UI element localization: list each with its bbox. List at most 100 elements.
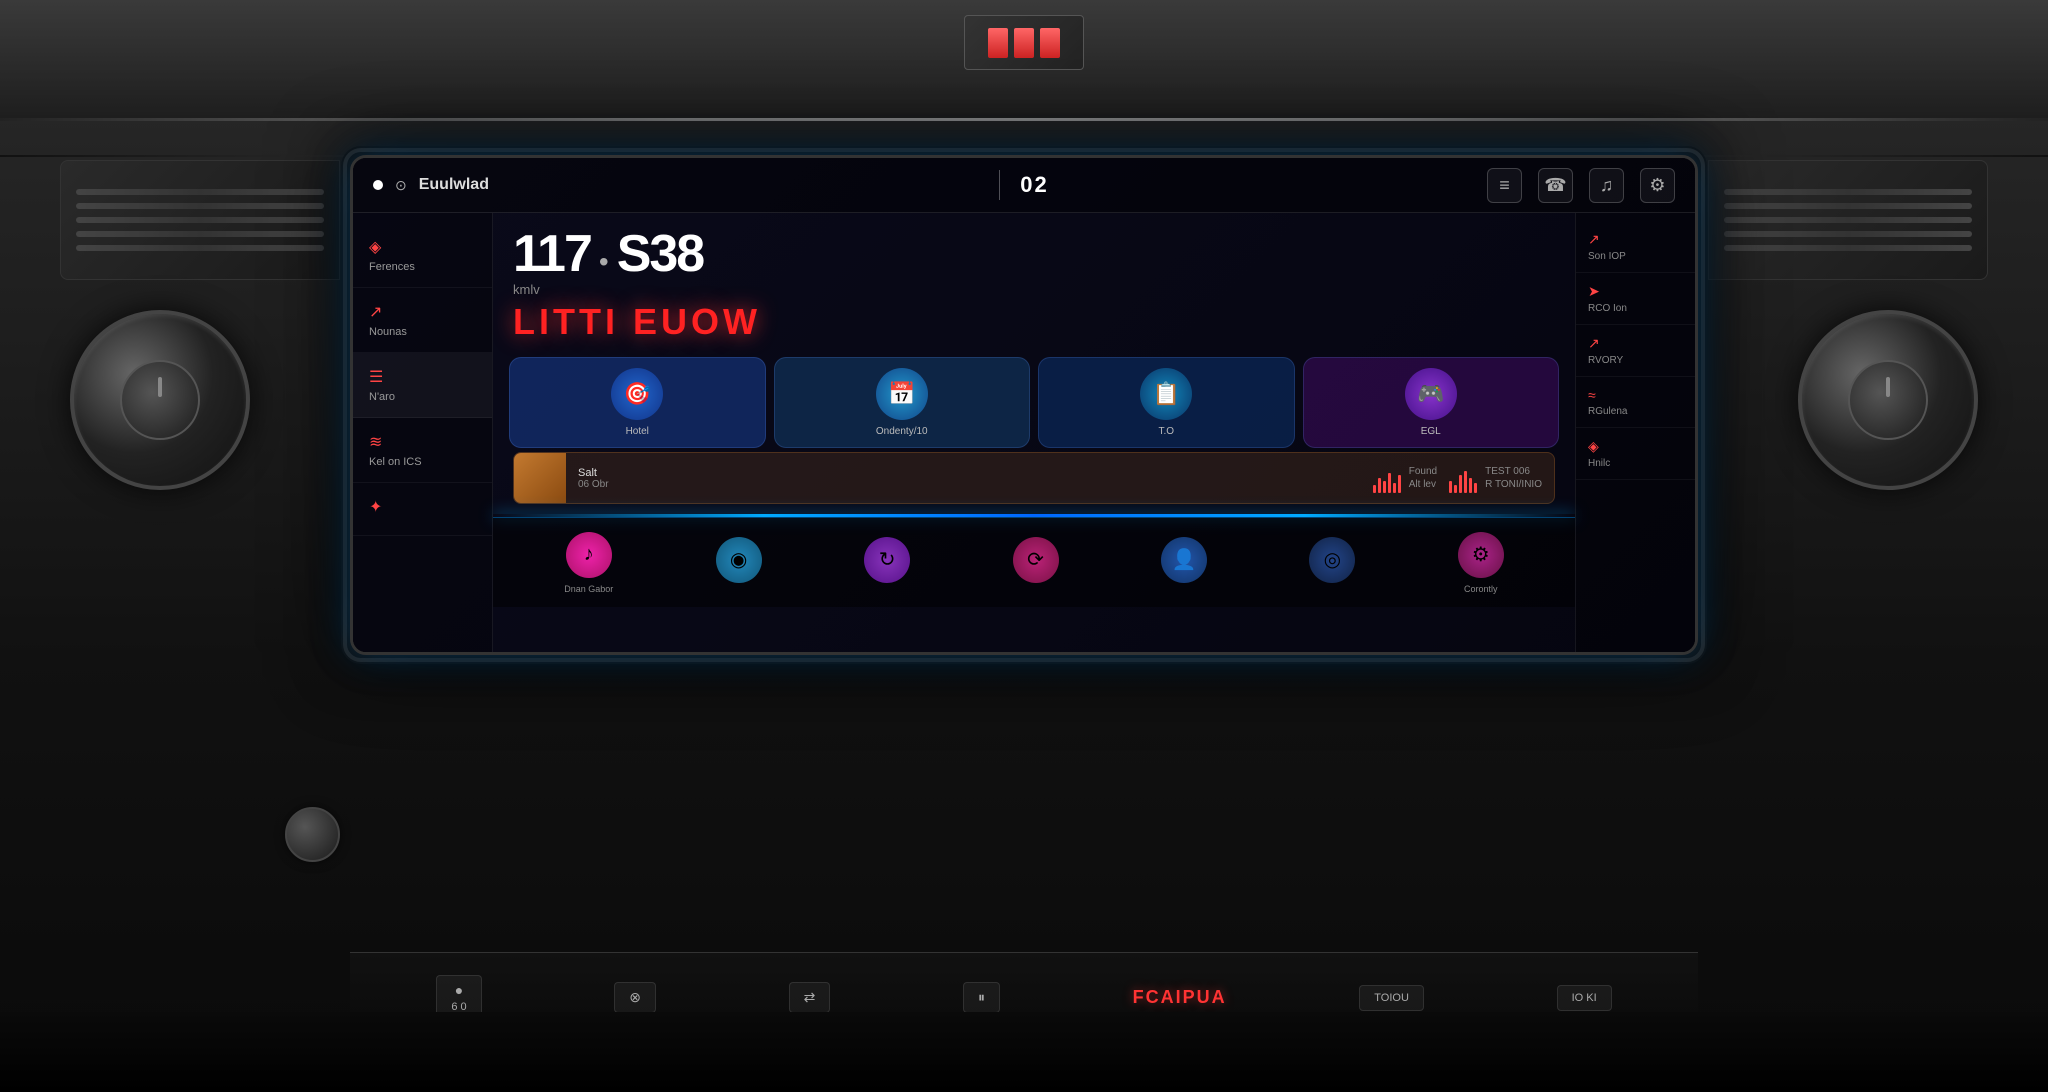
knob-left-inner — [120, 360, 200, 440]
right-btn-label: IO KI — [1572, 992, 1597, 1004]
sidebar-item-0[interactable]: ◈ Ferences — [353, 223, 492, 288]
right-label-1: RCO Ion — [1588, 303, 1683, 314]
vent-slat — [1724, 217, 1972, 223]
topbar-left: ⊙ Euulwlad — [373, 176, 807, 194]
right-sidebar-item-0[interactable]: ↗ Son IOP — [1576, 221, 1695, 273]
vent-right — [1708, 160, 1988, 280]
dock-item-connectivity[interactable]: ⚙ Corontly — [1458, 532, 1504, 594]
vent-slat — [1724, 189, 1972, 195]
dock-item-refresh[interactable]: ↻ — [864, 537, 910, 589]
right-control-2[interactable]: IO KI — [1557, 985, 1612, 1011]
sidebar-icon-1: ↗ — [369, 302, 476, 322]
sidebar-item-3[interactable]: ≋ Kel on ICS — [353, 418, 492, 483]
sidebar-label-2: N'aro — [369, 391, 476, 403]
vent-slat — [1724, 203, 1972, 209]
dock-icon-refresh: ↻ — [864, 537, 910, 583]
screen-topbar: ⊙ Euulwlad 02 ≡ ☎ ♫ ⚙ — [353, 158, 1695, 213]
right-sidebar-item-3[interactable]: ≈ RGulena — [1576, 377, 1695, 428]
media-title: Salt — [578, 467, 1361, 479]
small-knob-left[interactable] — [285, 807, 340, 862]
music-r-label: R TONI/INIO — [1485, 479, 1542, 490]
dock-item-nav[interactable]: ◉ — [716, 537, 762, 589]
knob-right[interactable] — [1798, 310, 1978, 490]
vent-left — [60, 160, 340, 280]
menu-icon[interactable]: ≡ — [1487, 168, 1522, 203]
right-label-0: Son IOP — [1588, 251, 1683, 262]
speed-number: 117 — [513, 228, 591, 280]
vent-slat — [76, 217, 324, 223]
right-label-2: RVORY — [1588, 355, 1683, 366]
app-icon-hotel: 🎯 — [611, 368, 663, 420]
sidebar-icon-2: ☰ — [369, 367, 476, 387]
dock-icon-connectivity: ⚙ — [1458, 532, 1504, 578]
right-label-3: RGulena — [1588, 406, 1683, 417]
topbar-center: 02 — [807, 170, 1241, 200]
btn-pause[interactable]: ⏸ — [963, 982, 1000, 1013]
dash-bottom — [0, 1012, 2048, 1092]
sidebar-label-0: Ferences — [369, 261, 476, 273]
media-subtitle: 06 Obr — [578, 479, 1361, 490]
trim-bar-3 — [1040, 28, 1060, 58]
dashboard: ⊙ Euulwlad 02 ≡ ☎ ♫ ⚙ — [0, 0, 2048, 1092]
chrome-trim-top — [0, 118, 2048, 121]
btn-swap[interactable]: ⇄ — [789, 982, 831, 1013]
btn-x[interactable]: ⊗ — [614, 982, 656, 1013]
app-label-to: T.O — [1158, 426, 1174, 437]
phone-icon[interactable]: ☎ — [1538, 168, 1573, 203]
app-card-egl[interactable]: 🎮 EGL — [1303, 357, 1560, 448]
sidebar-item-2[interactable]: ☰ N'aro — [353, 353, 492, 418]
knob-left[interactable] — [70, 310, 250, 490]
dock-label-music: Dnan Gabor — [564, 584, 613, 594]
dock-icon-cycle: ⟳ — [1013, 537, 1059, 583]
right-control-1[interactable]: TOIOU — [1359, 985, 1424, 1011]
dock-item-cycle[interactable]: ⟳ — [1013, 537, 1059, 589]
screen-right-sidebar: ↗ Son IOP ➤ RCO Ion ↗ RVORY ≈ RGulena — [1575, 213, 1695, 652]
vent-slat — [76, 231, 324, 237]
screen-main: 117 • S38 kmlv LITTI EUOW 🎯 Hotel — [493, 213, 1575, 652]
right-icon-2: ↗ — [1588, 335, 1683, 352]
dock-label-connectivity: Corontly — [1464, 584, 1498, 594]
right-icon-3: ≈ — [1588, 387, 1683, 403]
center-display-text: FCAIPUA — [1133, 987, 1227, 1008]
vent-slats-right — [1709, 161, 1987, 279]
right-label: TOIOU — [1374, 992, 1409, 1004]
right-sidebar-item-1[interactable]: ➤ RCO Ion — [1576, 273, 1695, 325]
sidebar-label-3: Kel on ICS — [369, 456, 476, 468]
status-dot — [373, 180, 383, 190]
infotainment-screen: ⊙ Euulwlad 02 ≡ ☎ ♫ ⚙ — [350, 155, 1698, 655]
speed-separator: • — [599, 246, 609, 278]
vent-slats-left — [61, 161, 339, 279]
sidebar-icon-0: ◈ — [369, 237, 476, 257]
right-sidebar-item-4[interactable]: ◈ Hnilc — [1576, 428, 1695, 480]
pause-icon: ⏸ — [978, 989, 985, 1006]
speed-secondary: S38 — [617, 228, 704, 280]
app-card-hotel[interactable]: 🎯 Hotel — [509, 357, 766, 448]
knob-left-indicator — [158, 377, 162, 397]
music-icon[interactable]: ♫ — [1589, 168, 1624, 203]
vent-slat — [76, 203, 324, 209]
app-card-ondenty[interactable]: 📅 Ondenty/10 — [774, 357, 1031, 448]
app-card-to[interactable]: 📋 T.O — [1038, 357, 1295, 448]
app-icon-ondenty: 📅 — [876, 368, 928, 420]
app-label-egl: EGL — [1421, 426, 1441, 437]
trim-bar-1 — [988, 28, 1008, 58]
speed-unit: kmlv — [513, 282, 1555, 297]
dock-icon-nav: ◉ — [716, 537, 762, 583]
app-label-ondenty: Ondenty/10 — [876, 426, 928, 437]
settings-icon[interactable]: ⚙ — [1640, 168, 1675, 203]
dock-item-music[interactable]: ♪ Dnan Gabor — [564, 532, 613, 594]
topbar-icons: ≡ ☎ ♫ ⚙ — [1241, 168, 1675, 203]
swap-icon: ⇄ — [804, 989, 816, 1006]
music-altlev-label: Alt lev — [1409, 479, 1437, 490]
dock-item-circle[interactable]: ◎ — [1309, 537, 1355, 589]
x-icon: ⊗ — [629, 989, 641, 1006]
right-label-4: Hnilc — [1588, 458, 1683, 469]
dock-item-profile[interactable]: 👤 — [1161, 537, 1207, 589]
screen-dock: ♪ Dnan Gabor ◉ ↻ ⟳ — [493, 517, 1575, 607]
sidebar-item-1[interactable]: ↗ Nounas — [353, 288, 492, 353]
sidebar-icon-3: ≋ — [369, 432, 476, 452]
location-display: Euulwlad — [419, 176, 489, 194]
app-label-hotel: Hotel — [626, 426, 649, 437]
sidebar-item-4[interactable]: ✦ — [353, 483, 492, 536]
right-sidebar-item-2[interactable]: ↗ RVORY — [1576, 325, 1695, 377]
